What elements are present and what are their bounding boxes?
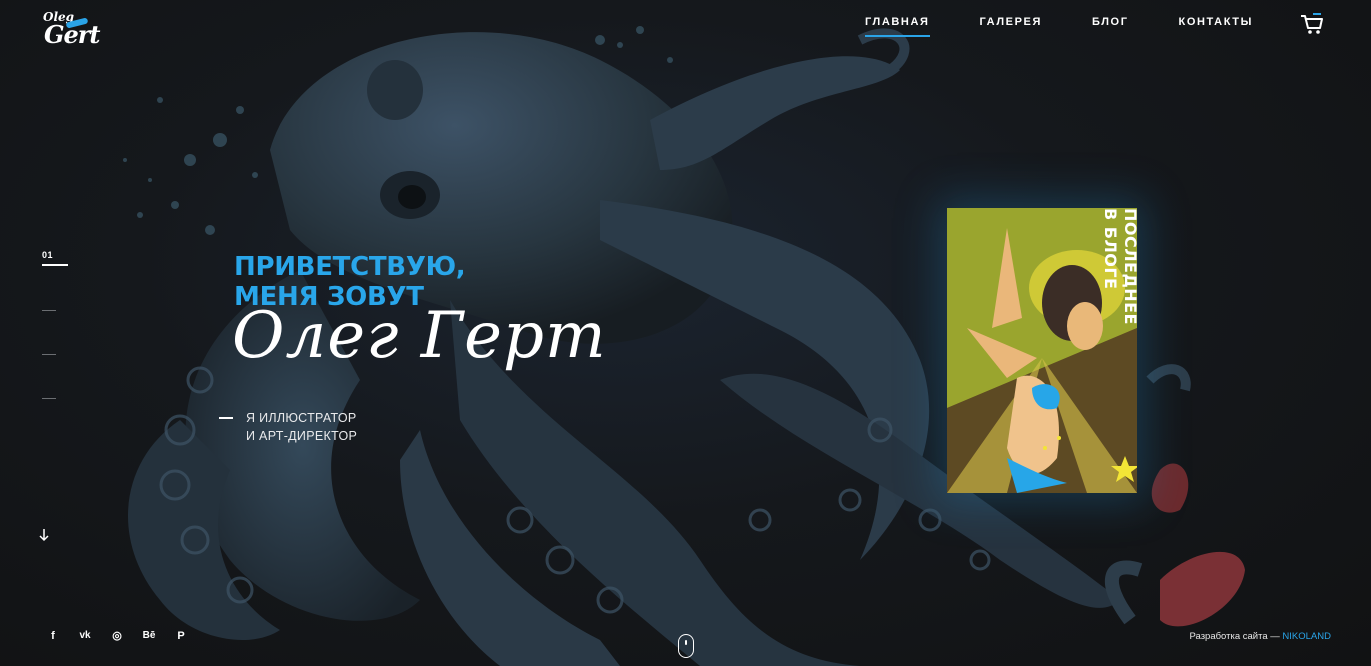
mouse-scroll-icon[interactable] [678, 634, 694, 658]
blog-label[interactable]: ПОСЛЕДНЕЕ В БЛОГЕ [1100, 208, 1144, 338]
vk-icon[interactable]: vk [77, 629, 93, 643]
role-line-2: И АРТ-ДИРЕКТОР [246, 429, 358, 443]
main-nav: ГЛАВНАЯ ГАЛЕРЕЯ БЛОГ КОНТАКТЫ [864, 16, 1253, 37]
slide-marker[interactable] [42, 398, 56, 399]
nav-item-gallery[interactable]: ГАЛЕРЕЯ [980, 16, 1042, 28]
pinterest-icon[interactable]: P [175, 629, 187, 643]
cart-icon[interactable] [1299, 12, 1325, 36]
octopus-illustration [123, 26, 1245, 666]
slide-marker[interactable] [42, 354, 56, 355]
nav-item-contacts[interactable]: КОНТАКТЫ [1179, 16, 1253, 28]
blog-label-line-2: В БЛОГЕ [1101, 208, 1120, 290]
logo-last-name: Gert [44, 20, 100, 49]
role-text: Я ИЛЛЮСТРАТОР И АРТ-ДИРЕКТОР [246, 409, 357, 445]
nav-item-home[interactable]: ГЛАВНАЯ [864, 16, 930, 37]
blog-label-text: ПОСЛЕДНЕЕ В БЛОГЕ [1100, 208, 1140, 338]
hero-name: Олег Герт [232, 299, 607, 373]
arrow-down-icon[interactable] [37, 527, 51, 543]
greeting-line-1: ПРИВЕТСТВУЮ, [234, 252, 466, 282]
slide-marker[interactable] [42, 310, 56, 311]
logo[interactable]: Oleg Gert [40, 10, 104, 50]
credit-text: Разработка сайта — [1189, 631, 1283, 642]
page: Oleg Gert ГЛАВНАЯ ГАЛЕРЕЯ БЛОГ КОНТАКТЫ … [0, 0, 1371, 666]
slide-indicator: 01 [42, 250, 72, 399]
role-dash [219, 417, 233, 419]
nav-item-blog[interactable]: БЛОГ [1092, 16, 1129, 28]
social-links: f vk ◎ Bē P [47, 629, 187, 643]
credit-link[interactable]: NIKOLAND [1282, 631, 1331, 642]
developer-credit: Разработка сайта — NIKOLAND [1190, 631, 1332, 642]
slide-current-number: 01 [42, 250, 54, 260]
role-line-1: Я ИЛЛЮСТРАТОР [246, 411, 357, 425]
instagram-icon[interactable]: ◎ [111, 629, 123, 643]
slide-active-line[interactable] [42, 264, 68, 266]
blog-label-line-1: ПОСЛЕДНЕЕ [1121, 208, 1140, 325]
behance-icon[interactable]: Bē [141, 629, 157, 643]
hero-role: Я ИЛЛЮСТРАТОР И АРТ-ДИРЕКТОР [219, 409, 357, 445]
facebook-icon[interactable]: f [47, 629, 59, 643]
